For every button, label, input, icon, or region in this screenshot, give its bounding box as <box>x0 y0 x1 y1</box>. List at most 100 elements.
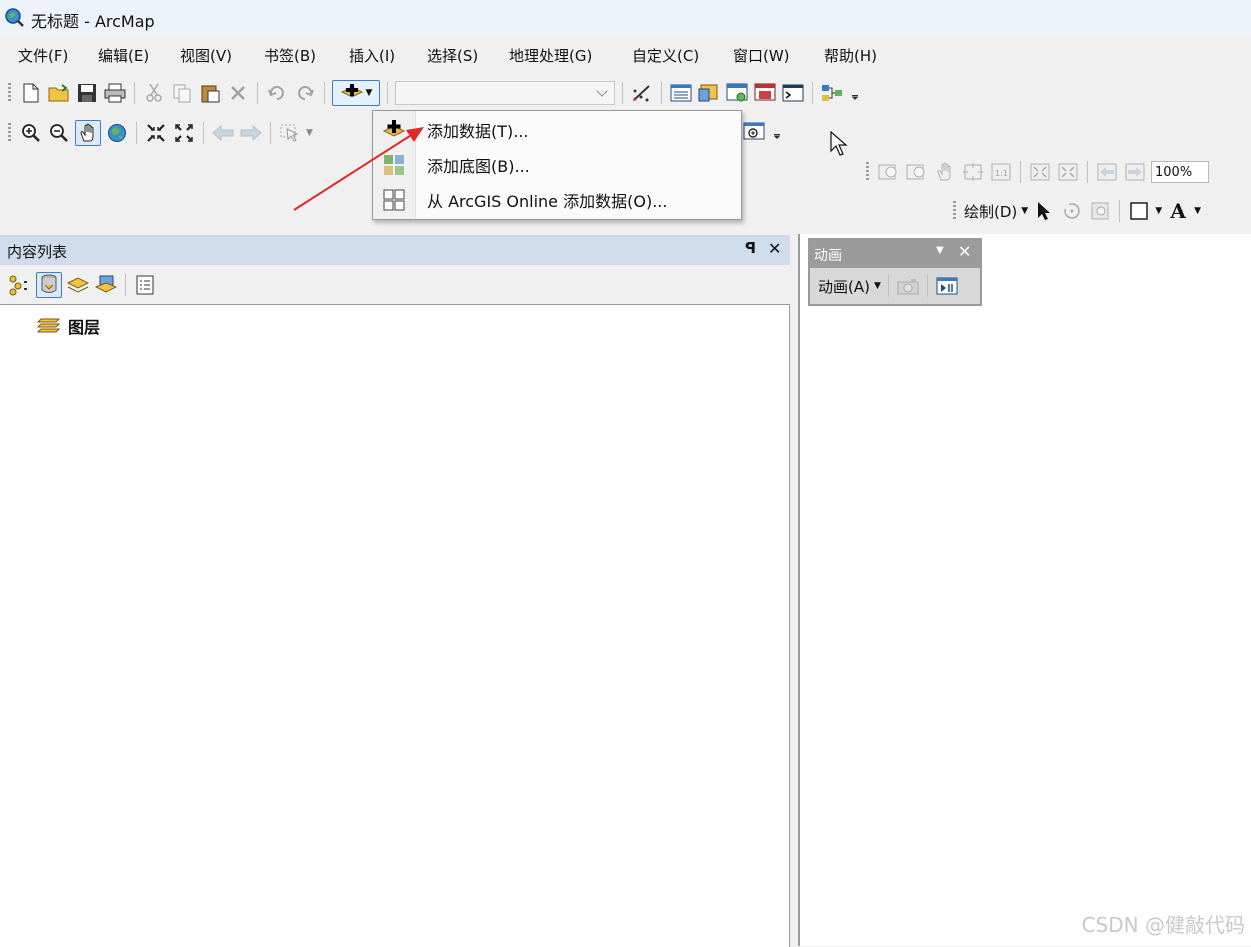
toolbar-grip[interactable] <box>953 201 956 221</box>
text-tool-icon[interactable]: A <box>1166 199 1190 223</box>
full-extent-globe-icon[interactable] <box>105 121 129 145</box>
layers-icon <box>36 318 60 333</box>
toc-header: 内容列表 ꟼ ✕ <box>0 235 790 265</box>
list-by-source-icon[interactable] <box>36 272 62 298</box>
menu-customize[interactable]: 自定义(C) <box>632 45 699 66</box>
zoom-out-icon[interactable] <box>47 121 71 145</box>
toolbar-overflow-icon[interactable] <box>848 81 862 105</box>
toc-options-icon[interactable] <box>133 273 157 297</box>
menu-bar: 文件(F) 编辑(E) 视图(V) 书签(B) 插入(I) 选择(S) 地理处理… <box>0 38 1251 72</box>
table-of-contents-icon[interactable] <box>669 81 693 105</box>
layout-back-extent-icon[interactable] <box>1095 160 1119 184</box>
menu-windows[interactable]: 窗口(W) <box>733 45 790 66</box>
close-icon[interactable]: ✕ <box>768 239 781 258</box>
list-by-visibility-icon[interactable] <box>66 273 90 297</box>
separator <box>270 122 271 144</box>
layout-forward-extent-icon[interactable] <box>1123 160 1147 184</box>
python-window-icon[interactable] <box>781 81 805 105</box>
layers-root-label[interactable]: 图层 <box>68 314 100 338</box>
new-document-icon[interactable] <box>19 81 43 105</box>
add-data-icon <box>340 84 363 98</box>
separator <box>203 122 204 144</box>
scale-combobox[interactable] <box>395 81 615 105</box>
add-data-dropdown-button[interactable]: ▼ <box>332 80 380 106</box>
arcmap-app-icon <box>5 8 24 27</box>
fixed-zoom-out-layout-icon[interactable] <box>1056 160 1080 184</box>
separator <box>134 82 135 104</box>
pan-hand-icon[interactable] <box>75 120 101 146</box>
animation-menu-button[interactable]: 动画(A) <box>818 276 870 297</box>
paste-icon[interactable] <box>198 81 222 105</box>
animation-window-title: 动画 <box>814 248 842 264</box>
modelbuilder-icon[interactable] <box>820 81 844 105</box>
menu-view[interactable]: 视图(V) <box>180 45 232 66</box>
undo-icon[interactable] <box>265 81 289 105</box>
toolbar-overflow-icon[interactable] <box>770 120 784 144</box>
toolbar-grip[interactable] <box>8 123 11 143</box>
fixed-zoom-in-layout-icon[interactable] <box>1028 160 1052 184</box>
rotate-icon[interactable] <box>1060 199 1084 223</box>
separator <box>387 82 388 104</box>
layout-zoom-input[interactable]: 100% <box>1151 161 1209 183</box>
zoom-to-selected-elements-icon[interactable] <box>1088 199 1112 223</box>
tools-toolbar: ▼ <box>8 120 313 146</box>
window-title: 无标题 - ArcMap <box>31 12 155 31</box>
fixed-zoom-out-icon[interactable] <box>172 121 196 145</box>
capture-view-camera-icon[interactable] <box>896 274 920 298</box>
toolbar-grip[interactable] <box>866 162 869 182</box>
toc-toolbar-buttons <box>8 272 157 298</box>
svg-text:1:1: 1:1 <box>995 169 1008 178</box>
menu-geoprocessing[interactable]: 地理处理(G) <box>509 45 592 66</box>
rectangle-icon[interactable] <box>1127 199 1151 223</box>
menu-bookmarks[interactable]: 书签(B) <box>264 45 316 66</box>
list-by-drawing-order-icon[interactable] <box>8 273 32 297</box>
fixed-zoom-in-icon[interactable] <box>144 121 168 145</box>
print-icon[interactable] <box>103 81 127 105</box>
cut-icon[interactable] <box>142 81 166 105</box>
delete-icon[interactable] <box>226 81 250 105</box>
go-forward-arrow-icon[interactable] <box>239 121 263 145</box>
separator <box>622 82 623 104</box>
catalog-icon[interactable] <box>697 81 721 105</box>
draw-menu-button[interactable]: 绘制(D) <box>964 201 1017 222</box>
chevron-down-icon: ▼ <box>1021 206 1029 216</box>
go-back-arrow-icon[interactable] <box>211 121 235 145</box>
separator <box>1087 161 1088 183</box>
separator <box>661 82 662 104</box>
toolbar-grip[interactable] <box>8 83 11 103</box>
redo-icon[interactable] <box>293 81 317 105</box>
toc-title: 内容列表 <box>7 243 68 261</box>
separator <box>1020 161 1021 183</box>
arctoolbox-icon[interactable] <box>753 81 777 105</box>
menu-edit[interactable]: 编辑(E) <box>98 45 149 66</box>
separator <box>324 82 325 104</box>
menu-selection[interactable]: 选择(S) <box>427 45 478 66</box>
close-icon[interactable]: ✕ <box>958 242 971 261</box>
magnifier-window-icon[interactable] <box>742 120 766 144</box>
layout-pan-icon[interactable] <box>933 160 957 184</box>
standard-toolbar: ▼ <box>8 80 862 106</box>
toc-toolbar <box>0 266 790 304</box>
map-display[interactable] <box>798 234 1251 946</box>
search-window-icon[interactable] <box>725 81 749 105</box>
menu-help[interactable]: 帮助(H) <box>824 45 877 66</box>
chevron-down-icon: ▼ <box>1155 206 1163 216</box>
select-elements-arrow-icon[interactable] <box>1032 199 1056 223</box>
chevron-down-icon[interactable]: ▼ <box>936 245 944 256</box>
layout-zoom-out-icon[interactable] <box>905 160 929 184</box>
open-folder-icon[interactable] <box>47 81 71 105</box>
draw-toolbar: 绘制(D) ▼ ▼ A ▼ <box>953 199 1201 223</box>
list-by-selection-icon[interactable] <box>94 273 118 297</box>
zoom-whole-page-icon[interactable] <box>961 160 985 184</box>
pin-icon[interactable]: ꟼ <box>745 239 756 257</box>
zoom-in-icon[interactable] <box>19 121 43 145</box>
animation-controls-icon[interactable] <box>935 274 959 298</box>
copy-icon[interactable] <box>170 81 194 105</box>
animation-window-header[interactable]: 动画 ▼ ✕ <box>810 240 980 268</box>
menu-file[interactable]: 文件(F) <box>18 45 68 66</box>
editor-toolbar-icon[interactable] <box>630 81 654 105</box>
layout-zoom-in-icon[interactable] <box>877 160 901 184</box>
save-icon[interactable] <box>75 81 99 105</box>
menu-insert[interactable]: 插入(I) <box>349 45 395 66</box>
zoom-100-percent-icon[interactable]: 1:1 <box>989 160 1013 184</box>
